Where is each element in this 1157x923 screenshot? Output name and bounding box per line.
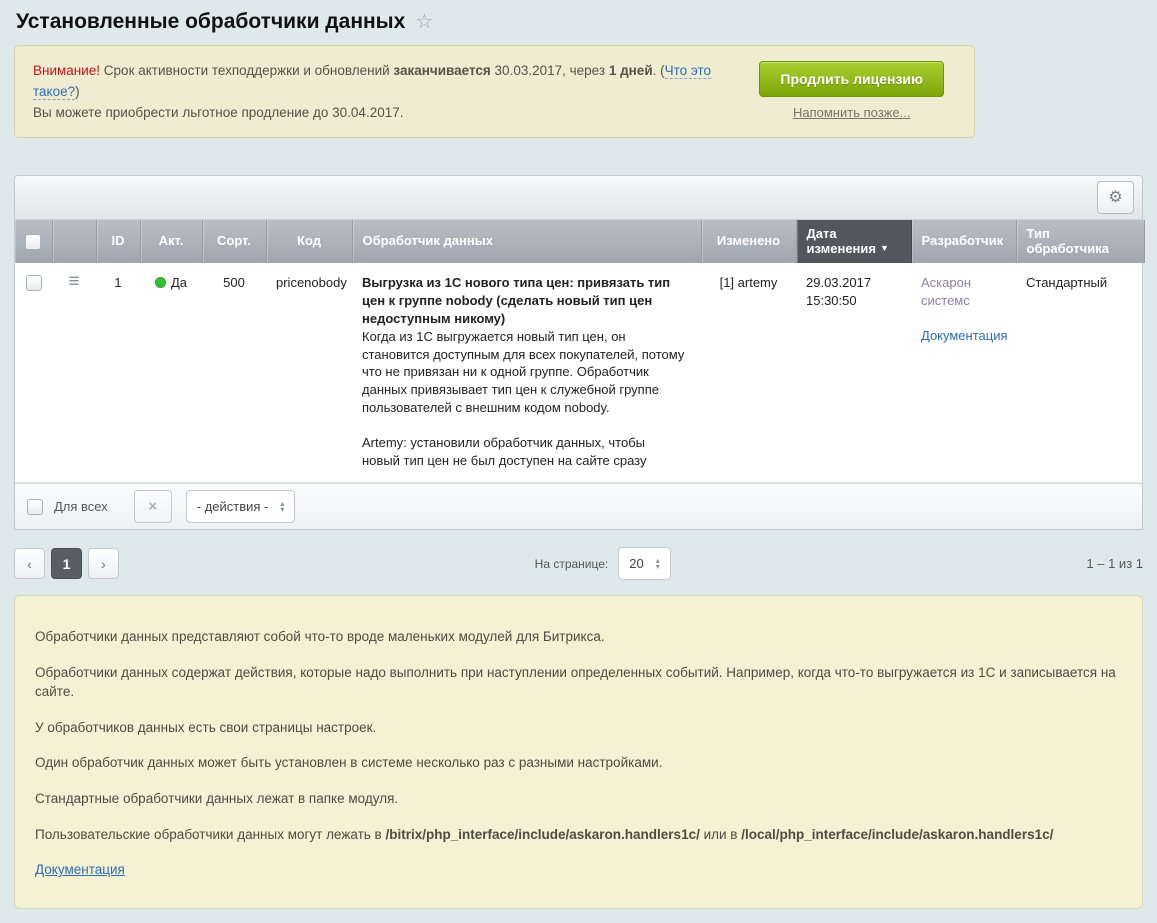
row-select-cell	[15, 263, 52, 483]
favorite-star-icon[interactable]: ☆	[415, 12, 433, 32]
admin-page: Установленные обработчики данных ☆ Внима…	[0, 0, 1157, 923]
actions-dropdown[interactable]: - действия - ▴▾	[186, 490, 296, 523]
row-menu-cell: ≡	[52, 263, 96, 483]
header-id[interactable]: ID	[96, 220, 140, 263]
remind-later-link[interactable]: Напомнить позже...	[793, 105, 910, 120]
header-menu-cell	[52, 220, 96, 263]
header-developer[interactable]: Разработчик	[911, 220, 1016, 263]
header-code[interactable]: Код	[266, 220, 352, 263]
sort-desc-icon: ▼	[880, 243, 889, 253]
header-modified-by[interactable]: Изменено	[701, 220, 796, 263]
info-paragraph: Обработчики данных содержат действия, ко…	[35, 663, 1122, 702]
pagination: ‹ 1 › На странице: 20 ▴▾ 1 – 1 из 1	[14, 547, 1143, 580]
info-path-text-2: или в	[700, 827, 741, 842]
table-row: ≡ 1 Да 500 pricenobody Выгрузка из 1С но…	[15, 263, 1144, 483]
info-path-text-1: Пользовательские обработчики данных могу…	[35, 827, 385, 842]
info-paragraph: Один обработчик данных может быть устано…	[35, 753, 1122, 773]
current-page-button[interactable]: 1	[51, 548, 82, 579]
row-sort: 500	[202, 263, 266, 483]
modified-date: 29.03.2017	[806, 274, 901, 292]
warning-label: Внимание!	[33, 63, 100, 78]
per-page-select[interactable]: 20 ▴▾	[618, 547, 670, 580]
handlers-path-2: /local/php_interface/include/askaron.han…	[741, 827, 1053, 842]
handlers-grid: ⚙ ID Акт. Сорт. Код Обработчик данных Из…	[14, 175, 1143, 530]
header-select-all-cell	[15, 220, 52, 263]
for-all-label: Для всех	[54, 499, 108, 514]
row-code: pricenobody	[266, 263, 352, 483]
table-header-row: ID Акт. Сорт. Код Обработчик данных Изме…	[15, 220, 1144, 263]
header-active[interactable]: Акт.	[140, 220, 202, 263]
header-type[interactable]: Тип обработчика	[1016, 220, 1144, 263]
row-handler-cell: Выгрузка из 1С нового типа цен: привязат…	[352, 263, 701, 483]
modified-time: 15:30:50	[806, 292, 901, 310]
warning-text-1: Срок активности техподдержки и обновлени…	[100, 63, 393, 78]
gear-icon: ⚙	[1108, 187, 1122, 207]
close-icon: ×	[148, 498, 157, 515]
row-active: Да	[140, 263, 202, 483]
banner-actions: Продлить лицензию Напомнить позже...	[759, 61, 956, 122]
warning-bold-2: 1 дней	[609, 63, 653, 78]
header-modified-date[interactable]: Дата изменения▼	[796, 220, 911, 263]
row-modified-by: [1] artemy	[701, 263, 796, 483]
documentation-link[interactable]: Документация	[35, 862, 125, 877]
pager-range: 1 – 1 из 1	[1086, 556, 1143, 571]
header-modified-date-label: Дата изменения	[807, 226, 877, 257]
page-header: Установленные обработчики данных ☆	[16, 10, 1143, 34]
info-paragraph: Стандартные обработчики данных лежат в п…	[35, 789, 1122, 809]
row-developer-cell: Аскарон системс Документация	[911, 263, 1016, 483]
row-modified-date-cell: 29.03.2017 15:30:50	[796, 263, 911, 483]
handler-description: Когда из 1С выгружается новый тип цен, о…	[362, 328, 685, 418]
for-all-checkbox[interactable]	[27, 499, 43, 515]
actions-dropdown-value: - действия -	[197, 499, 269, 514]
header-handler[interactable]: Обработчик данных	[352, 220, 701, 263]
prev-page-button[interactable]: ‹	[14, 548, 45, 579]
select-all-checkbox[interactable]	[25, 234, 41, 250]
developer-link[interactable]: Аскарон системс	[921, 275, 971, 308]
per-page-control: На странице: 20 ▴▾	[119, 547, 1086, 580]
chevron-updown-icon: ▴▾	[656, 558, 660, 570]
handler-title: Выгрузка из 1С нового типа цен: привязат…	[362, 274, 685, 328]
warning-text-3: . (	[653, 63, 665, 78]
cancel-selection-button[interactable]: ×	[134, 490, 172, 523]
row-active-label: Да	[171, 275, 187, 290]
pager-buttons: ‹ 1 ›	[14, 548, 119, 579]
developer-doc-link[interactable]: Документация	[921, 328, 1008, 343]
row-id: 1	[96, 263, 140, 483]
info-paragraph: Обработчики данных представляют собой чт…	[35, 627, 1122, 647]
page-title: Установленные обработчики данных	[16, 10, 405, 34]
handlers-table: ID Акт. Сорт. Код Обработчик данных Изме…	[15, 220, 1145, 483]
help-info-box: Обработчики данных представляют собой чт…	[14, 595, 1143, 909]
warning-text-2: 30.03.2017, через	[491, 63, 609, 78]
license-warning-banner: Внимание! Срок активности техподдержки и…	[14, 45, 975, 138]
info-paragraph: У обработчиков данных есть свои страницы…	[35, 718, 1122, 738]
row-menu-icon[interactable]: ≡	[68, 275, 79, 289]
header-sort[interactable]: Сорт.	[202, 220, 266, 263]
grid-settings-button[interactable]: ⚙	[1097, 181, 1134, 214]
renew-license-button[interactable]: Продлить лицензию	[759, 61, 944, 97]
chevron-updown-icon: ▴▾	[280, 501, 284, 513]
active-dot-icon	[155, 277, 166, 288]
next-page-button[interactable]: ›	[88, 548, 119, 579]
row-type: Стандартный	[1016, 263, 1144, 483]
per-page-value: 20	[629, 556, 643, 571]
info-paragraph-paths: Пользовательские обработчики данных могу…	[35, 825, 1122, 845]
handlers-path-1: /bitrix/php_interface/include/askaron.ha…	[385, 827, 699, 842]
grid-footer: Для всех × - действия - ▴▾	[15, 483, 1142, 529]
chevron-left-icon: ‹	[27, 556, 32, 572]
license-warning-text: Внимание! Срок активности техподдержки и…	[33, 61, 748, 124]
grid-toolbar: ⚙	[15, 176, 1142, 220]
warning-bold-1: заканчивается	[393, 63, 490, 78]
handler-note: Artemy: установили обработчик данных, чт…	[362, 434, 685, 470]
warning-line-2: Вы можете приобрести льготное продление …	[33, 105, 403, 120]
row-checkbox[interactable]	[26, 275, 42, 291]
chevron-right-icon: ›	[101, 556, 106, 572]
per-page-label: На странице:	[535, 557, 609, 571]
warning-text-4: )	[75, 84, 80, 99]
